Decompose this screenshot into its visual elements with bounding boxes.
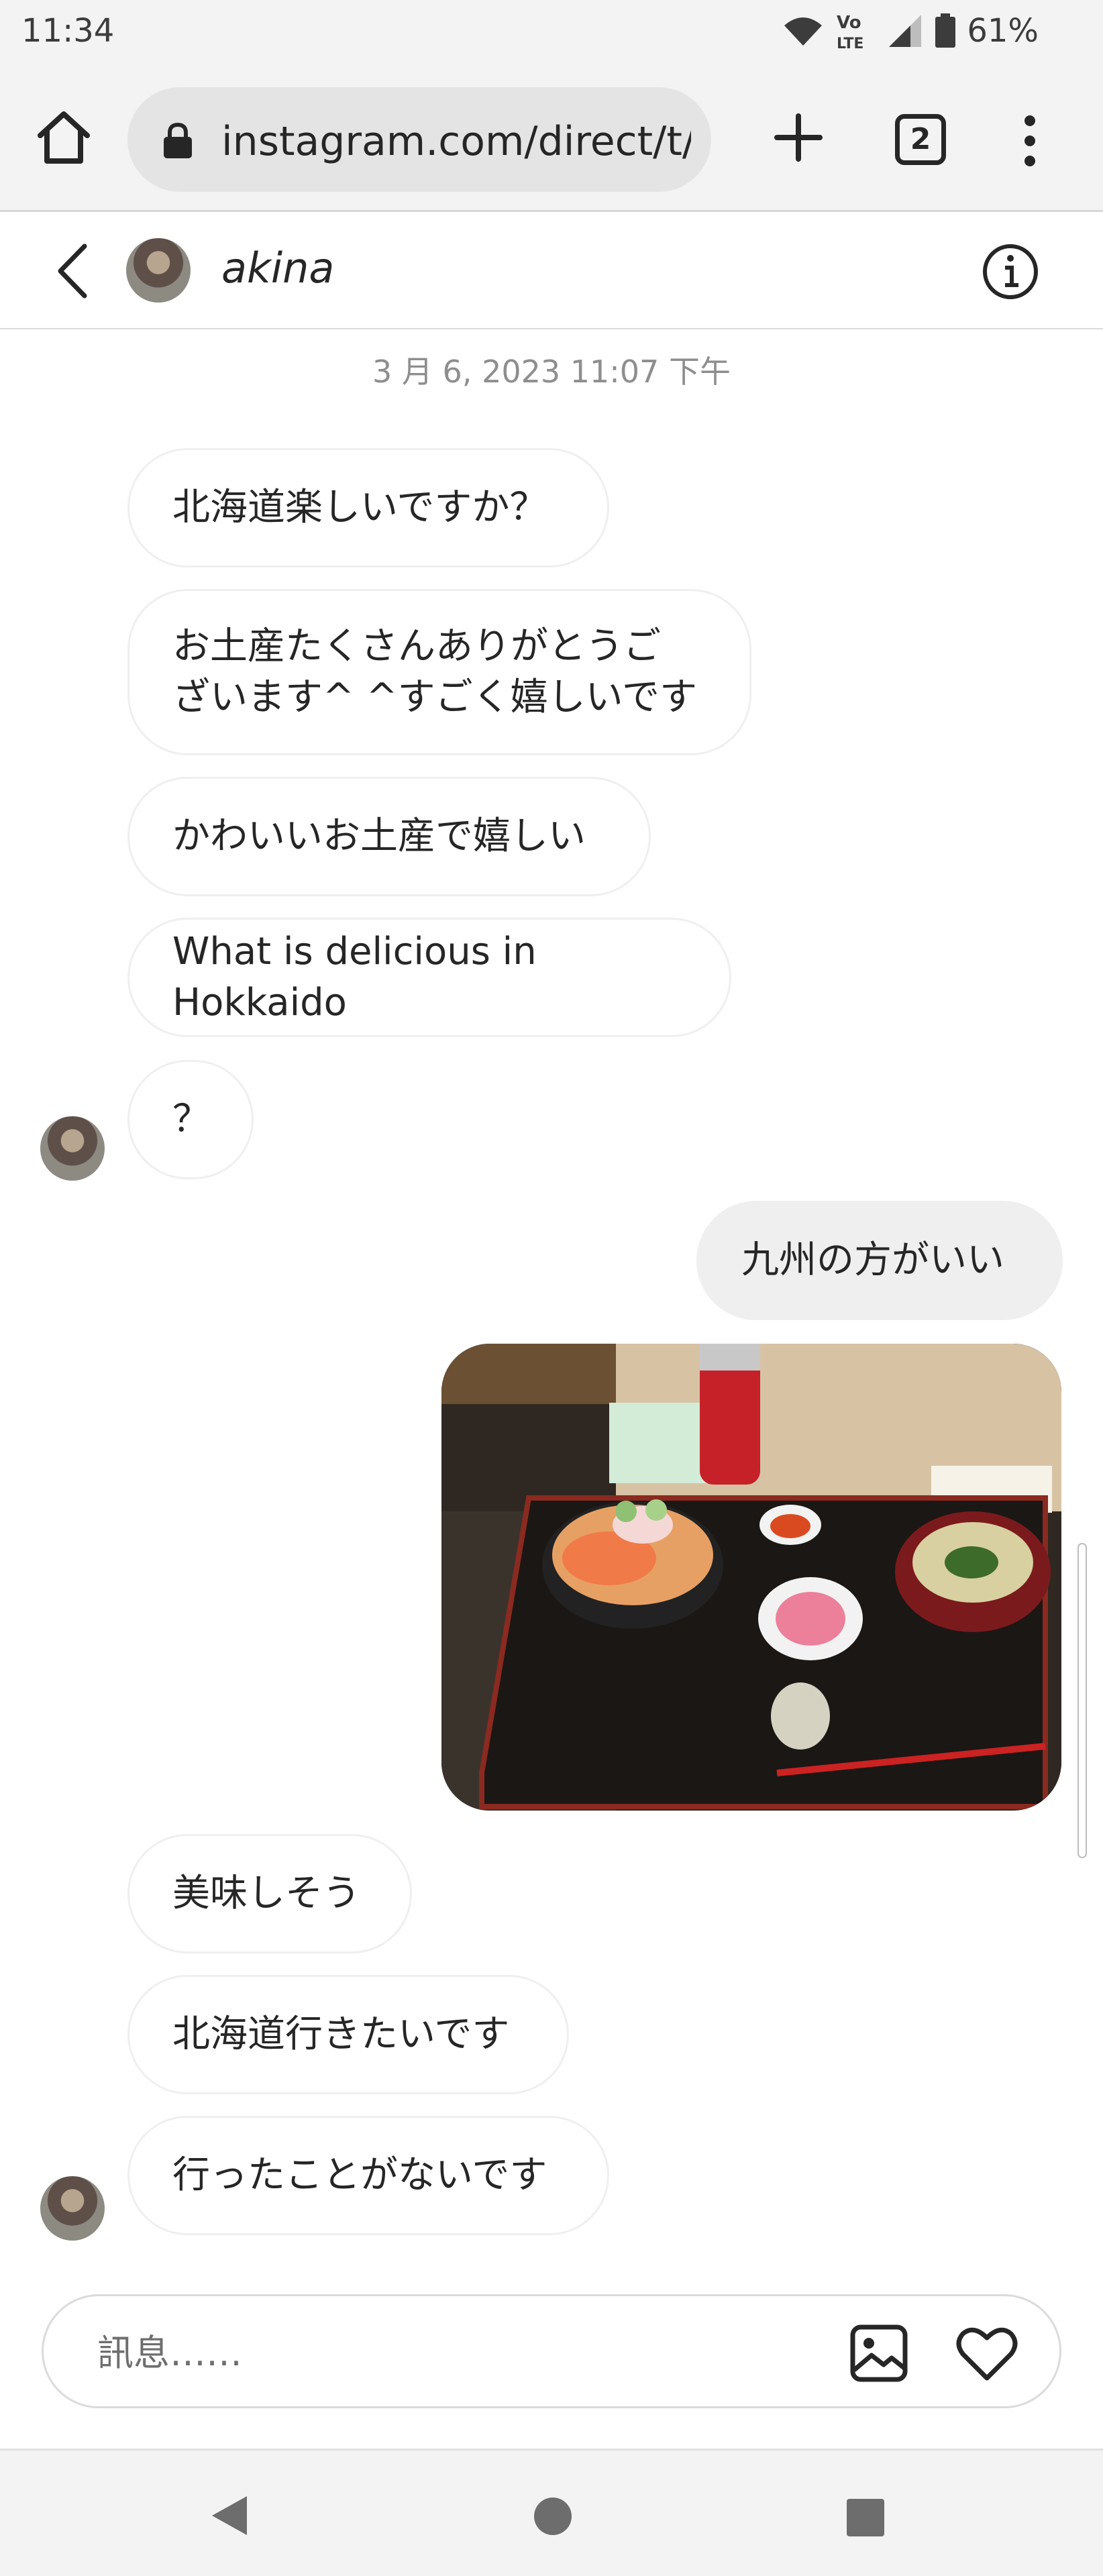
volte-icon: Vo LTE: [837, 13, 863, 51]
received-message[interactable]: かわいいお土産で嬉しい: [127, 777, 651, 896]
address-bar[interactable]: instagram.com/direct/t/3: [127, 87, 711, 192]
received-message[interactable]: 北海道楽しいですか？: [127, 448, 609, 568]
nav-recents-icon[interactable]: [847, 2499, 884, 2536]
received-message[interactable]: ？: [127, 1060, 254, 1179]
message-composer: [42, 2294, 1061, 2408]
battery-percentage: 61%: [967, 12, 1039, 50]
message-timestamp: 3 月 6, 2023 11:07 下午: [372, 354, 731, 390]
plus-icon[interactable]: [765, 104, 832, 171]
browser-toolbar: instagram.com/direct/t/3 2: [0, 67, 1103, 212]
contact-name[interactable]: akina: [221, 244, 334, 292]
received-message[interactable]: 行ったことがないです: [127, 2116, 609, 2235]
sent-photo[interactable]: [441, 1344, 1061, 1811]
chat-header: akina: [0, 214, 1103, 329]
received-message[interactable]: 美味しそう: [127, 1834, 412, 1953]
svg-text:Vo: Vo: [837, 13, 861, 33]
nav-home-icon[interactable]: [534, 2498, 572, 2535]
status-bar: 11:34 Vo LTE 61%: [0, 0, 1103, 67]
image-icon[interactable]: [849, 2323, 909, 2383]
status-time: 11:34: [21, 12, 115, 50]
received-message[interactable]: What is delicious in Hokkaido: [127, 918, 731, 1037]
sent-message[interactable]: 九州の方がいい: [696, 1201, 1063, 1320]
home-icon[interactable]: [34, 107, 94, 168]
heart-icon[interactable]: [955, 2323, 1019, 2383]
status-icons: Vo LTE 61%: [782, 11, 1039, 51]
scrollbar-thumb[interactable]: [1078, 1543, 1087, 1858]
nav-back-icon[interactable]: [209, 2493, 250, 2538]
url-text[interactable]: instagram.com/direct/t/3: [221, 118, 691, 165]
lock-icon: [164, 122, 192, 158]
sender-avatar[interactable]: [40, 2176, 105, 2241]
food-photo-image: [441, 1344, 1061, 1811]
battery-icon: [935, 13, 956, 48]
sender-avatar[interactable]: [40, 1116, 105, 1181]
menu-icon[interactable]: [1013, 107, 1047, 174]
system-navigation-bar: [0, 2449, 1103, 2576]
received-message[interactable]: お土産たくさんありがとうご ざいます^ ^すごく嬉しいです: [127, 589, 751, 755]
info-icon[interactable]: [981, 242, 1040, 301]
avatar[interactable]: [126, 238, 191, 303]
tabs-button[interactable]: 2: [895, 114, 946, 165]
back-icon[interactable]: [50, 241, 97, 301]
signal-icon: [889, 15, 922, 47]
message-input[interactable]: [97, 2327, 802, 2378]
received-message[interactable]: 北海道行きたいです: [127, 1975, 569, 2094]
wifi-icon: [784, 17, 823, 46]
svg-text:LTE: LTE: [837, 36, 863, 51]
